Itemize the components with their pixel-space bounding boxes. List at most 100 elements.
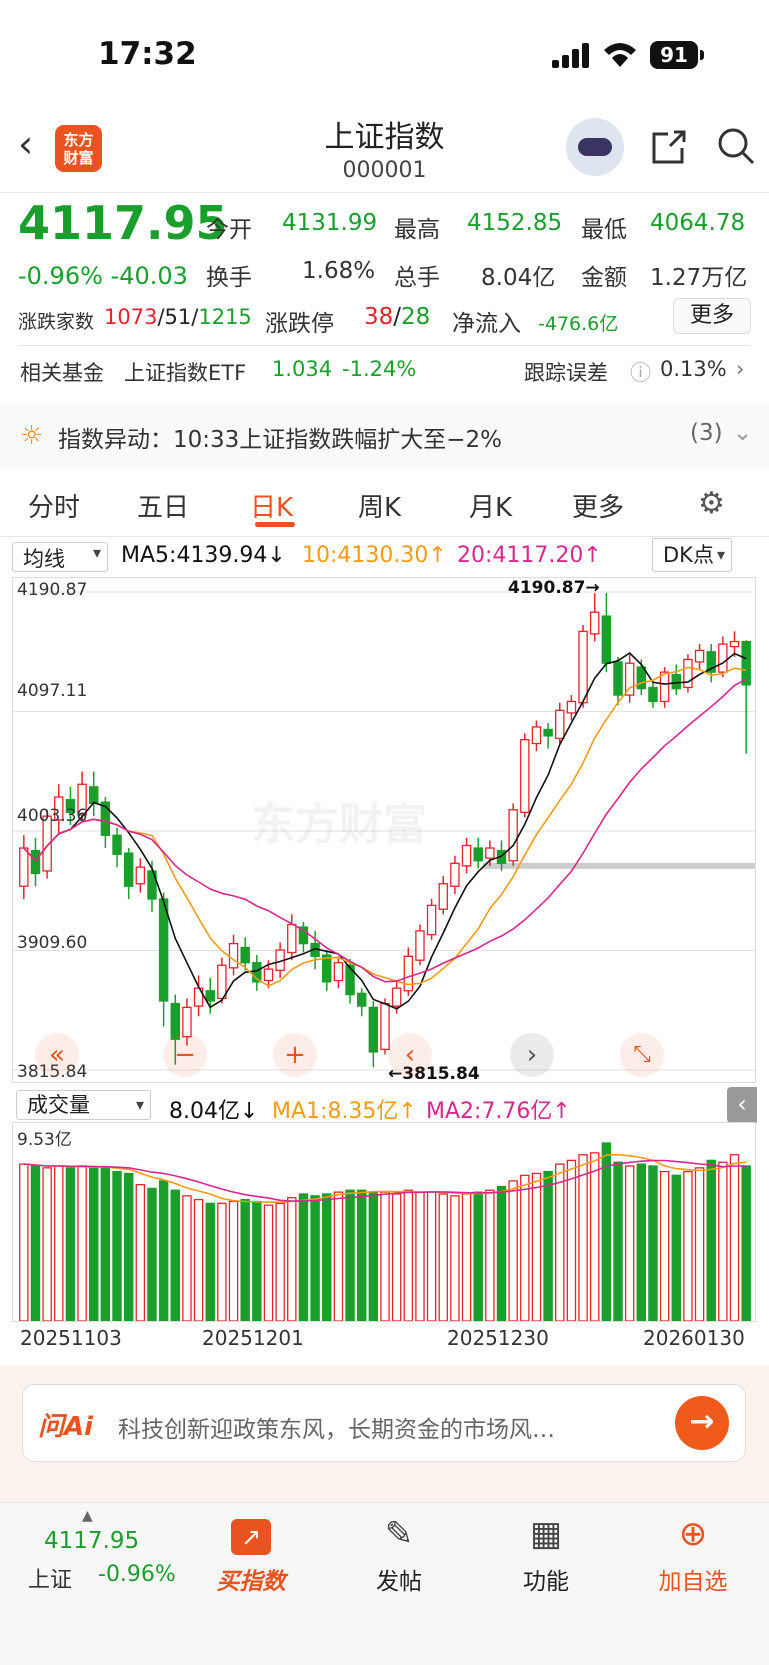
ai-go-button[interactable]: → (675, 1396, 729, 1450)
volume-bar (193, 1198, 204, 1321)
kline-chart[interactable]: 4190.87 4097.11 4003.36 3909.60 3815.84 … (12, 577, 756, 1083)
indicator-select-value: 均线 (23, 547, 65, 571)
status-bar: 17:32 91 (0, 0, 769, 110)
post-edit-icon[interactable]: ✎ (349, 1514, 449, 1554)
volume-bar (205, 1202, 215, 1321)
alert-sun-icon: ☼ (20, 421, 44, 451)
tab-five-day[interactable]: 五日 (137, 487, 189, 524)
candle-body (718, 643, 728, 673)
price-change: -0.96% -40.03 (18, 262, 188, 290)
limit-up: 38 (364, 304, 394, 330)
add-watchlist-icon[interactable]: ⊕ (643, 1514, 743, 1554)
help-icon[interactable]: ⓘ (630, 357, 651, 387)
candle-body (601, 615, 612, 664)
open-label: 今开 (206, 217, 252, 243)
candle-body (89, 786, 99, 805)
search-icon[interactable] (716, 126, 756, 166)
volume-bar (182, 1195, 192, 1321)
volume-bar (217, 1202, 227, 1321)
scroll-left-icon[interactable]: « (35, 1033, 79, 1077)
volume-bar (30, 1165, 41, 1321)
volume-bar (112, 1170, 122, 1321)
volume-bar (438, 1193, 448, 1321)
breadth-values: 1073/51/1215 (104, 305, 252, 329)
volume-bar (426, 1191, 437, 1321)
chevron-down-icon[interactable]: ⌄ (733, 420, 752, 446)
volume-chart[interactable]: 9.53亿 (12, 1122, 756, 1322)
date-label-2: 20251201 (202, 1326, 304, 1350)
volume-bar (624, 1165, 635, 1321)
settings-gear-icon[interactable]: ⚙ (698, 486, 725, 521)
volume-bar (123, 1172, 134, 1321)
watermark: 东方财富 (251, 799, 427, 850)
tab-daily-k[interactable]: 日K (250, 487, 293, 524)
volume-bar (403, 1189, 414, 1321)
candle-body (543, 728, 553, 737)
candle-body (263, 968, 274, 982)
collapse-panel-icon[interactable]: ‹ (727, 1087, 757, 1123)
ai-robot-icon[interactable] (566, 118, 624, 176)
fullscreen-icon[interactable]: ⤡ (620, 1033, 664, 1077)
next-icon[interactable]: › (510, 1033, 554, 1077)
nav-pct[interactable]: -0.96% (98, 1562, 176, 1587)
sub-indicator-select[interactable]: 成交量 (16, 1090, 151, 1120)
volume-bar (19, 1163, 29, 1321)
zoom-out-icon[interactable]: − (163, 1033, 207, 1077)
vol-ma1-value: MA1:8.35亿↑ (272, 1099, 417, 1124)
ai-logo: 问Ai (38, 1412, 94, 1442)
candle-body (555, 709, 565, 740)
trade-chart-icon[interactable]: ↗ (201, 1514, 301, 1555)
share-icon[interactable] (650, 128, 688, 166)
nav-price[interactable]: 4117.95 (44, 1528, 139, 1554)
candle-body (485, 847, 495, 859)
abs-change: -40.03 (110, 262, 188, 290)
volume-bar (170, 1189, 181, 1321)
volume-bar (147, 1187, 157, 1321)
dk-point-label: DK点 (663, 543, 714, 567)
fund-label: 相关基金 (20, 361, 104, 385)
candle-body (356, 992, 367, 1007)
amount-value: 1.27万亿 (650, 265, 748, 291)
nav-add-watchlist[interactable]: 加自选 (643, 1562, 743, 1596)
dk-point-button[interactable]: DK点 (652, 538, 732, 572)
candle-body (112, 834, 122, 856)
zoom-in-icon[interactable]: + (273, 1033, 317, 1077)
candle-body (228, 942, 239, 969)
candle-body (287, 923, 297, 954)
date-label-4: 20260130 (643, 1326, 745, 1350)
fund-name[interactable]: 上证指数ETF (124, 357, 246, 387)
volume-bar (601, 1142, 612, 1321)
high-value: 4152.85 (467, 210, 563, 236)
functions-grid-icon[interactable]: ▦ (496, 1514, 596, 1554)
tab-intraday[interactable]: 分时 (28, 487, 80, 524)
clock: 17:32 (98, 36, 197, 72)
candle-body (391, 987, 402, 1007)
nav-index-name[interactable]: 上证 (28, 1562, 72, 1594)
volume-bar (65, 1167, 76, 1321)
volume-bar (450, 1195, 460, 1321)
caret-up-icon: ▲ (82, 1508, 93, 1524)
price-label-2: 4097.11 (17, 681, 88, 701)
pct-change: -0.96% (18, 262, 103, 290)
chevron-right-icon[interactable]: › (736, 357, 744, 381)
ai-prompt-text[interactable]: 科技创新迎政策东风，长期资金的市场风… (118, 1410, 555, 1444)
volume-bar (345, 1189, 355, 1321)
more-button[interactable]: 更多 (673, 298, 751, 334)
volume-bar (391, 1193, 402, 1321)
nav-functions[interactable]: 功能 (496, 1562, 596, 1596)
volume-bar (671, 1174, 681, 1321)
alert-text[interactable]: 指数异动：10:33上证指数跌幅扩大至−2% (58, 420, 502, 454)
volume-bar (287, 1197, 297, 1321)
indicator-select[interactable]: 均线 (12, 542, 108, 572)
nav-buy-index[interactable]: 买指数 (201, 1562, 301, 1596)
nav-post[interactable]: 发帖 (349, 1562, 449, 1596)
tab-monthly-k[interactable]: 月K (469, 487, 512, 524)
limit-values: 38/28 (364, 304, 431, 330)
volume-bar (368, 1191, 379, 1321)
volume-bar (520, 1174, 530, 1321)
prev-icon[interactable]: ‹ (388, 1033, 432, 1077)
candle-body (450, 862, 460, 887)
tab-more[interactable]: 更多 (572, 487, 624, 524)
tab-weekly-k[interactable]: 周K (358, 487, 401, 524)
limit-down: 28 (401, 304, 431, 330)
